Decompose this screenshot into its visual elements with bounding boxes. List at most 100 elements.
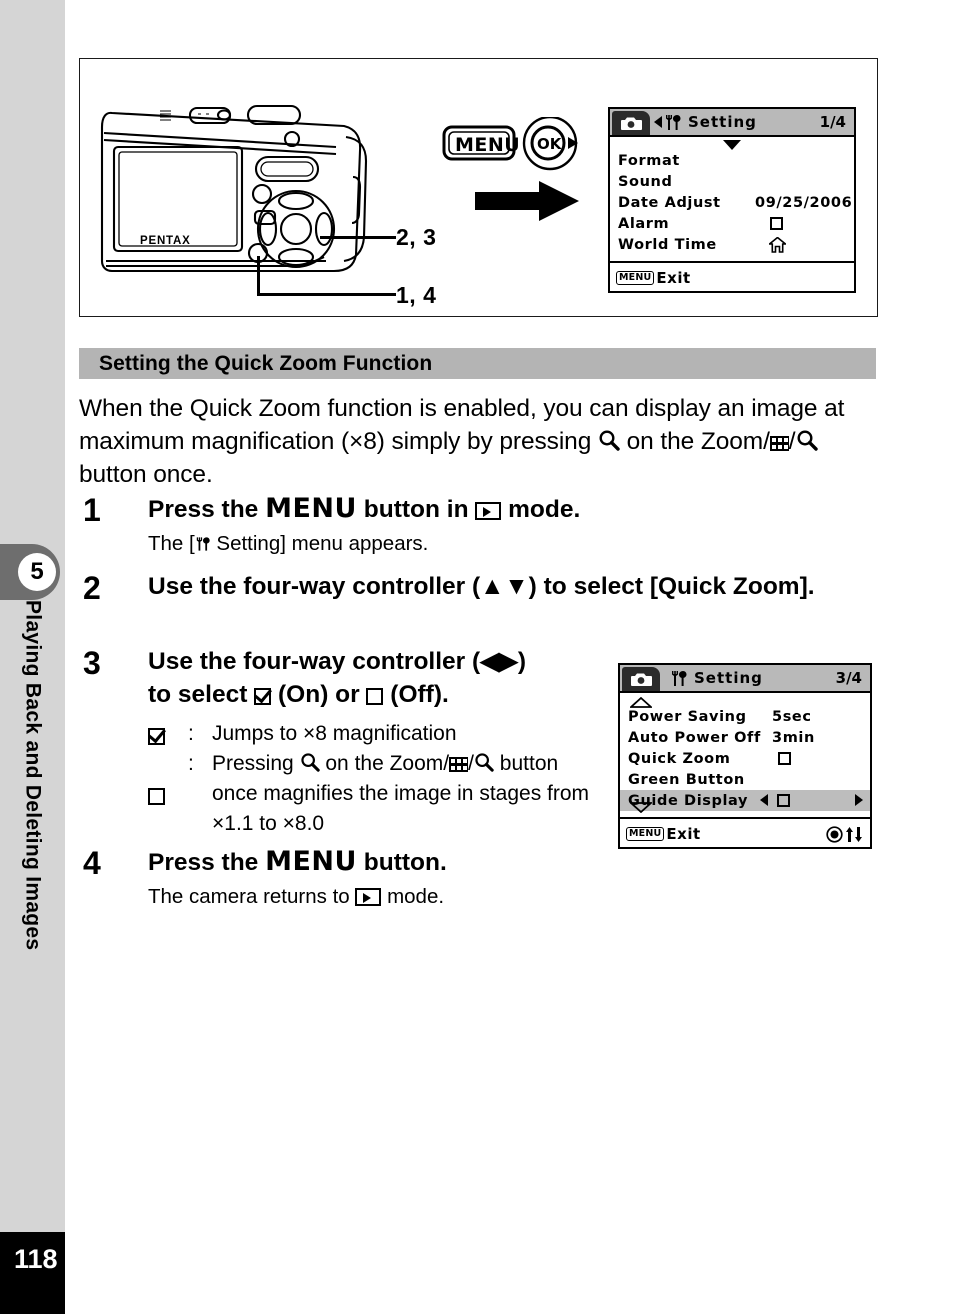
chapter-title: Playing Back and Deleting Images [0,600,65,1070]
nine-image-display-icon [769,436,789,451]
section-header-bar: Setting the Quick Zoom Function [79,348,876,379]
menu-row-format[interactable]: Format [610,150,854,171]
setting-tab [654,114,682,131]
leader-line-1-4-vertical [257,256,260,296]
chapter-number-badge: 5 [18,553,56,591]
step-text: Press the [148,849,266,876]
bullet-text: Pressing on the Zoom// button once magni… [212,749,603,839]
four-way-arrows-icon: ▲▼ [480,573,529,600]
left-arrow-icon [760,794,768,806]
checkbox-off-icon [366,688,384,705]
lcd-header: Setting 1/4 [610,109,854,137]
step-text: ) to select [Quick Zoom]. [528,573,815,600]
page-number-block: 118 [0,1232,65,1314]
step-text: Use the four-way controller ( [148,573,481,600]
step-1-subtext: The [ Setting] menu appears. [148,529,783,558]
checkbox-on-icon [148,719,188,749]
ok-button-label: OK [537,135,563,153]
menu-label: Sound [618,173,673,190]
sub-text: mode. [381,885,445,908]
menu-row-sound[interactable]: Sound [610,171,854,192]
lcd-menu-list: Format Sound Date Adjust 09/25/2006 Alar… [610,137,854,263]
bullet-colon: : [188,722,194,745]
callout-2-3: 2, 3 [396,224,437,250]
home-icon [769,236,786,253]
step-text: Press the [148,496,266,523]
step-text: button in [356,496,476,523]
step-2: 2 Use the four-way controller (▲▼) to se… [83,570,843,606]
lcd-screen-setting-page1: Setting 1/4 Format Sound Date Adjust 09/… [608,107,856,293]
checkbox-off-icon [770,217,783,230]
lcd-screen-setting-page3: Setting 3/4 Power Saving 5sec Auto Power… [618,663,872,849]
step-3-heading: Use the four-way controller (◀▶) to sele… [148,645,603,711]
procedure-illustration: PENTAX MENU OK 2, 3 1, 4 Setting 1/4 For… [79,58,878,317]
menu-value: 09/25/2006 [755,194,853,211]
menu-row-alarm[interactable]: Alarm [610,213,854,234]
camera-tab-icon [612,111,650,135]
step-text: (Off). [383,681,449,708]
menu-chip-icon: MENU [626,827,665,841]
lcd-title: Setting [694,669,763,687]
intro-paragraph: When the Quick Zoom function is enabled,… [79,392,879,491]
menu-value [769,236,786,253]
menu-value: 3min [772,729,815,746]
magnifier-icon [599,430,620,451]
bullet-text-part2: on the Zoom/ [319,752,450,775]
menu-keyword: MENU [265,493,357,524]
callout-1-4: 1, 4 [396,282,437,308]
menu-label: World Time [618,236,717,253]
menu-ok-buttons-illustration: MENU OK [442,117,578,171]
bullet-text: Jumps to ×8 magnification [212,722,457,745]
magnifier-icon [300,753,320,772]
menu-row-auto-power-off[interactable]: Auto Power Off 3min [620,727,870,748]
step-4: 4 Press the MENU button. The camera retu… [83,845,643,911]
lcd-footer: MENU Exit [610,263,854,293]
step-text: button. [356,849,447,876]
menu-row-world-time[interactable]: World Time [610,234,854,255]
scroll-down-caret-icon[interactable] [628,798,654,817]
chapter-title-text: Playing Back and Deleting Images [21,600,45,951]
menu-value [770,217,783,230]
menu-button-label: MENU [455,134,520,156]
leader-line-2-3 [320,236,396,239]
menu-row-date-adjust[interactable]: Date Adjust 09/25/2006 [610,192,854,213]
leader-line-1-4-horizontal [257,293,396,296]
chapter-sidebar: 5 Playing Back and Deleting Images [0,0,65,1232]
step-number: 4 [83,845,101,881]
magnifier-icon [475,753,494,772]
playback-mode-icon [355,888,382,906]
menu-row-quick-zoom[interactable]: Quick Zoom [620,748,870,769]
step-3: 3 Use the four-way controller (◀▶) to se… [83,645,603,839]
up-down-arrows-icon [846,826,862,842]
playback-mode-icon [475,502,502,520]
menu-label: Date Adjust [618,194,721,211]
lcd-title: Setting [688,113,757,131]
checkbox-on-icon [254,688,272,705]
lcd-menu-list: Power Saving 5sec Auto Power Off 3min Qu… [620,693,870,819]
sub-text: The [ [148,532,195,555]
checkbox-off-icon [777,794,790,807]
step-4-heading: Press the MENU button. [148,845,643,879]
bullet-text-part1: Pressing [212,752,300,775]
bullet-colon: : [188,752,194,775]
step-text: mode. [501,496,581,523]
menu-value [778,752,791,765]
menu-row-guide-display[interactable]: Guide Display [620,790,870,811]
menu-row-power-saving[interactable]: Power Saving 5sec [620,706,870,727]
right-arrow-icon[interactable] [854,794,863,807]
sub-text: The camera returns to [148,885,356,908]
step-1: 1 Press the MENU button in mode. The [ S… [83,492,783,558]
menu-label: Auto Power Off [628,729,761,746]
step-text: Use the four-way controller ( [148,648,481,675]
chapter-tab: 5 [0,544,60,600]
menu-row-green-button[interactable]: Green Button [620,769,870,790]
step-3-bullet-off: : Pressing on the Zoom// button once mag… [148,749,603,839]
step-text: to select [148,681,255,708]
menu-label: Format [618,152,680,169]
wrench-spanner-icon [666,114,681,130]
wrench-spanner-icon [672,670,687,686]
magnifier-icon [797,430,818,451]
lcd-page-indicator: 3/4 [835,669,862,687]
menu-label: Alarm [618,215,670,232]
step-text: (On) or [271,681,367,708]
